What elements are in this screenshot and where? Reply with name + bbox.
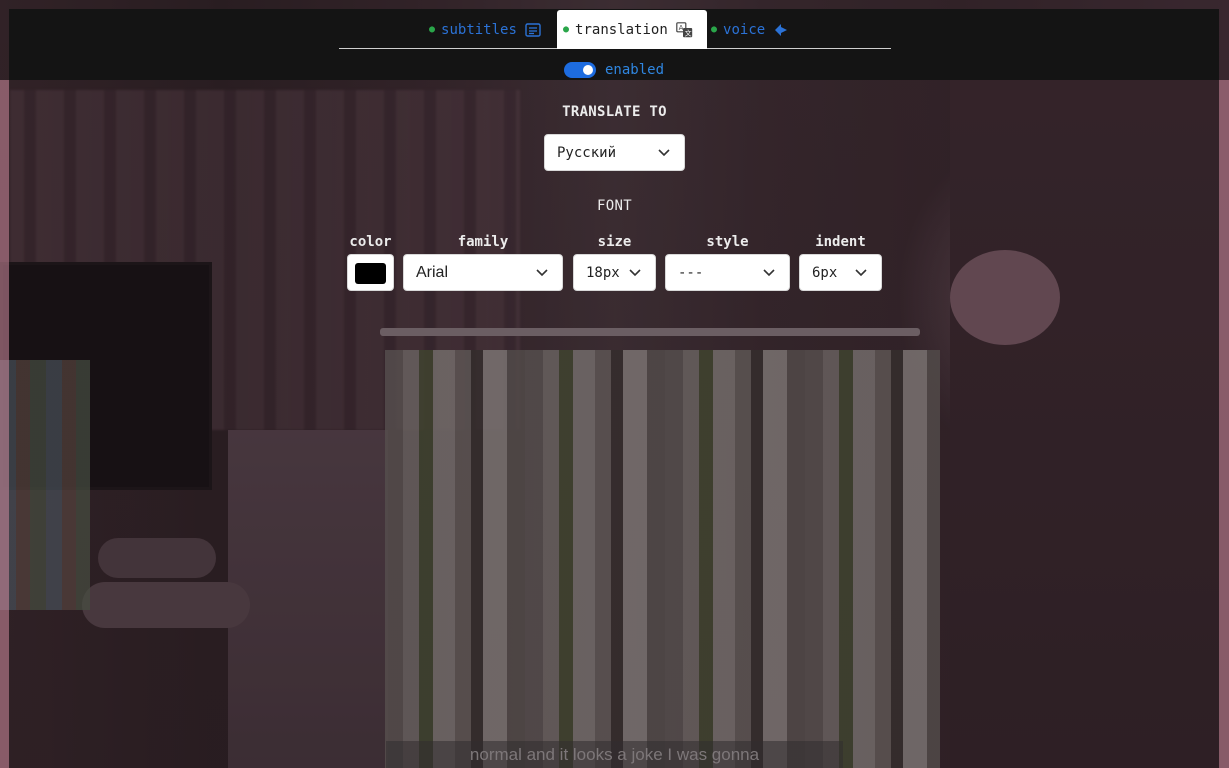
toggle-label: enabled bbox=[605, 62, 665, 78]
family-label: family bbox=[457, 234, 509, 250]
language-value: Русский bbox=[557, 144, 617, 161]
chevron-down-icon bbox=[763, 268, 775, 277]
chevron-down-icon bbox=[536, 268, 548, 277]
svg-text:文: 文 bbox=[684, 28, 691, 37]
tab-label: translation bbox=[575, 21, 668, 38]
font-family-select[interactable]: Arial bbox=[403, 254, 563, 291]
color-label: color bbox=[349, 234, 392, 250]
size-label: size bbox=[597, 234, 632, 250]
tab-label: voice bbox=[723, 21, 766, 38]
chevron-down-icon bbox=[855, 268, 867, 277]
tab-voice[interactable]: ● voice bbox=[711, 10, 789, 49]
style-value: --- bbox=[678, 264, 704, 281]
svg-text:A: A bbox=[678, 24, 683, 32]
color-picker[interactable] bbox=[347, 254, 394, 291]
tab-label: subtitles bbox=[441, 21, 517, 38]
font-title: FONT bbox=[597, 198, 632, 214]
chevron-down-icon bbox=[658, 148, 670, 157]
chevron-down-icon bbox=[629, 268, 641, 277]
enabled-toggle-row: enabled bbox=[564, 62, 664, 78]
size-value: 18px bbox=[586, 264, 620, 281]
language-select[interactable]: Русский bbox=[544, 134, 685, 171]
status-dot: ● bbox=[711, 24, 718, 35]
tab-bar: ● subtitles ● translation A文 ● voice bbox=[339, 10, 891, 49]
indent-value: 6px bbox=[812, 264, 838, 281]
family-value: Arial bbox=[416, 263, 449, 281]
frame-edge-right bbox=[1219, 80, 1229, 768]
voice-icon bbox=[773, 23, 789, 37]
tab-subtitles[interactable]: ● subtitles bbox=[429, 10, 541, 49]
toggle-knob bbox=[583, 65, 593, 75]
frame-edge-left bbox=[0, 80, 9, 768]
color-swatch bbox=[355, 263, 386, 284]
status-dot: ● bbox=[429, 24, 436, 35]
translate-icon: A文 bbox=[675, 21, 693, 38]
subtitle-caption: normal and it looks a joke I was gonna bbox=[386, 741, 843, 768]
style-label: style bbox=[706, 234, 749, 250]
enabled-toggle[interactable] bbox=[564, 62, 596, 78]
tab-translation[interactable]: ● translation A文 bbox=[557, 10, 707, 49]
status-dot: ● bbox=[563, 24, 570, 35]
indent-label: indent bbox=[815, 234, 866, 250]
font-size-select[interactable]: 18px bbox=[573, 254, 656, 291]
translate-to-title: TRANSLATE TO bbox=[562, 104, 667, 120]
indent-select[interactable]: 6px bbox=[799, 254, 882, 291]
font-style-select[interactable]: --- bbox=[665, 254, 790, 291]
subtitles-icon bbox=[525, 22, 541, 37]
